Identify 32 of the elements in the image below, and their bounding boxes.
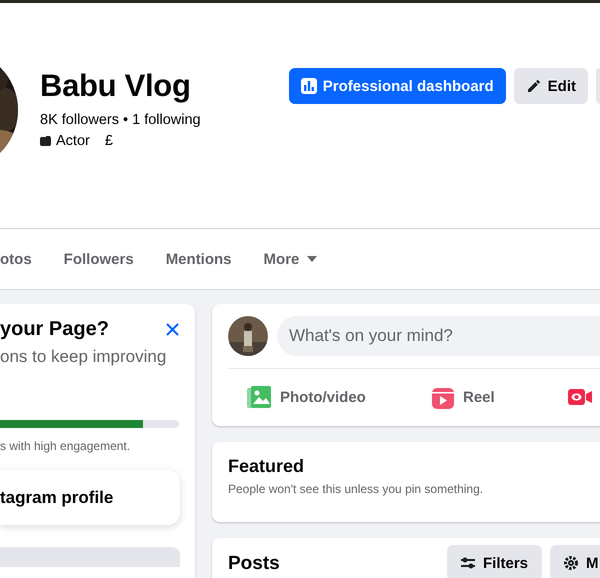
live-action[interactable] xyxy=(568,389,592,405)
currency-symbol: £ xyxy=(104,133,113,149)
posts-title: Posts xyxy=(228,553,280,575)
pencil-icon xyxy=(526,78,542,94)
filters-button[interactable]: Filters xyxy=(446,545,542,578)
sliders-icon xyxy=(460,557,475,569)
bar-chart-icon xyxy=(300,78,317,94)
profile-tab[interactable]: Mentions xyxy=(150,229,248,289)
reel-action[interactable]: Reel xyxy=(432,385,568,409)
featured-subtitle: People won't see this unless you pin something. xyxy=(228,482,484,496)
card-subtitle: ons to keep improving xyxy=(0,347,168,367)
instagram-item[interactable]: tagram profile xyxy=(0,470,180,525)
live-video-icon xyxy=(568,389,592,405)
gear-icon xyxy=(564,556,578,570)
follower-stats: 8K followers • 1 following xyxy=(40,112,201,128)
featured-title: Featured xyxy=(228,456,306,477)
progress-note: s with high engagement. xyxy=(0,439,132,453)
category-label: Actor xyxy=(56,133,90,149)
dashboard-button[interactable]: Professional dashboard xyxy=(288,68,506,104)
profile-tab[interactable]: otos xyxy=(0,229,48,289)
page-name: Babu Vlog xyxy=(40,68,192,104)
photo-action[interactable]: Photo/video xyxy=(247,385,432,409)
photo-icon xyxy=(247,385,271,409)
profile-tab[interactable]: More xyxy=(248,229,334,289)
reel-icon xyxy=(432,385,454,409)
card-title: your Page? xyxy=(0,318,109,341)
manage-button[interactable]: M xyxy=(550,545,600,578)
post-input[interactable]: What's on your mind? xyxy=(277,316,600,356)
category-icon xyxy=(40,136,51,146)
close-icon[interactable] xyxy=(166,323,179,336)
edit-button[interactable]: Edit xyxy=(514,68,588,104)
profile-tab[interactable]: Followers xyxy=(48,229,150,289)
